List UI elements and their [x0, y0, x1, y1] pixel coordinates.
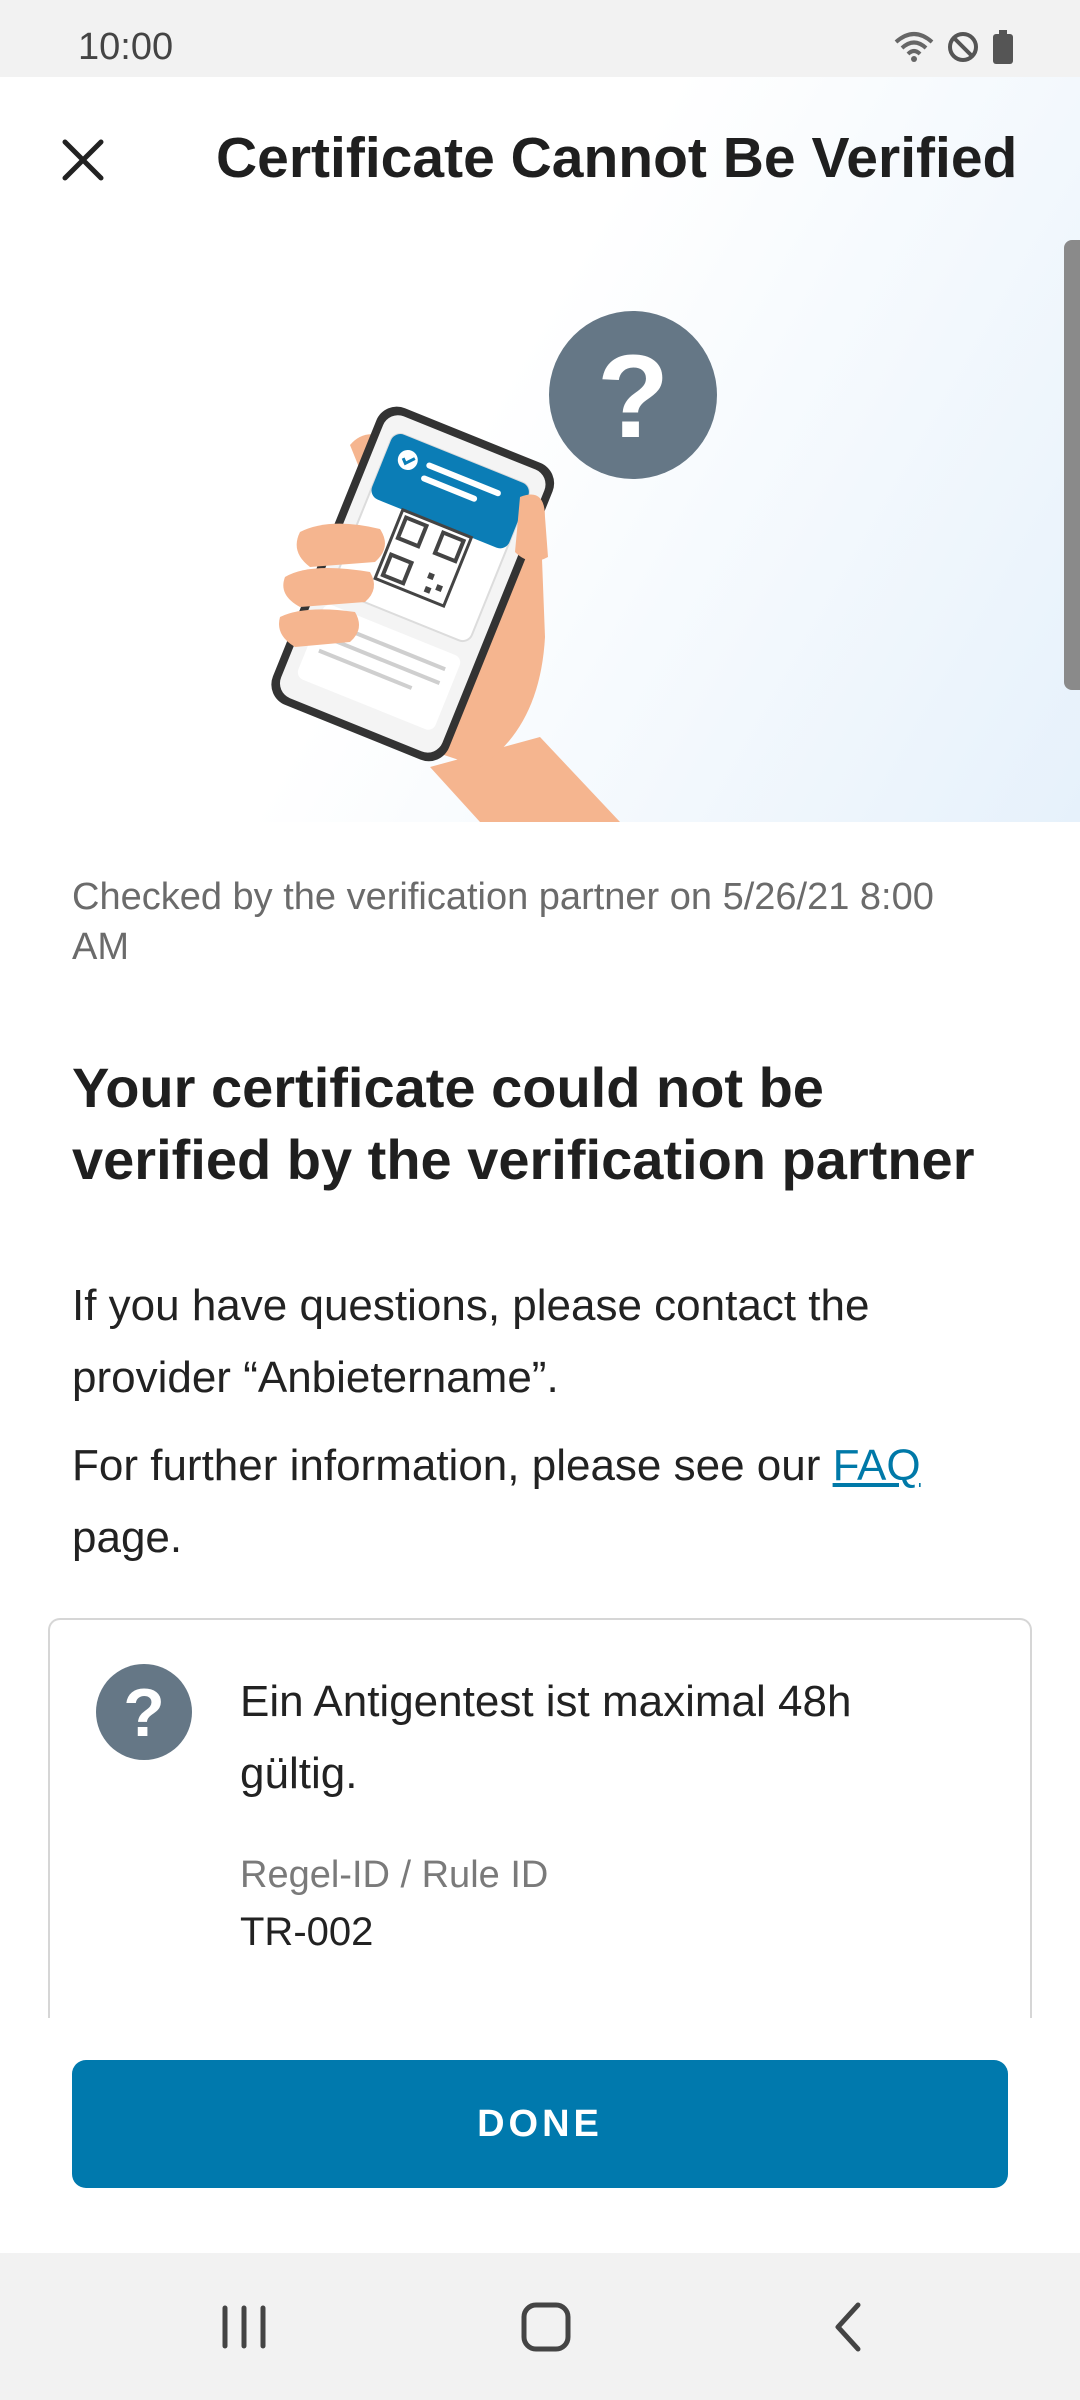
- hero-question-glyph: ?: [597, 331, 669, 463]
- faq-suffix: page.: [72, 1513, 183, 1562]
- recent-apps-button[interactable]: [204, 2295, 284, 2359]
- battery-icon: [992, 30, 1014, 64]
- checked-timestamp: Checked by the verification partner on 5…: [72, 876, 934, 968]
- recent-apps-icon: [222, 2305, 266, 2349]
- contact-provider-text: If you have questions, please contact th…: [72, 1281, 870, 1402]
- home-button[interactable]: [506, 2295, 586, 2359]
- status-icons: [894, 30, 1014, 64]
- faq-prefix: For further information, please see our: [72, 1441, 833, 1490]
- status-time: 10:00: [78, 26, 174, 68]
- result-heading: Your certificate could not be verified b…: [72, 1056, 975, 1191]
- toolbar: Certificate Cannot Be Verified: [0, 77, 1080, 247]
- page-title: Certificate Cannot Be Verified: [216, 126, 1018, 190]
- home-icon: [521, 2302, 571, 2352]
- rule-id-label: Regel-ID / Rule ID: [240, 1854, 549, 1896]
- wifi-icon: [894, 30, 934, 64]
- close-button[interactable]: [50, 127, 116, 193]
- back-button[interactable]: [808, 2295, 888, 2359]
- rule-card: ? Ein Antigentest ist maximal 48h gültig…: [48, 1618, 1032, 2018]
- do-not-disturb-icon: [946, 30, 980, 64]
- status-bar: 10:00: [0, 0, 1080, 77]
- question-circle-icon: ?: [96, 1664, 192, 1760]
- rule-question-glyph: ?: [123, 1675, 165, 1751]
- scrollbar[interactable]: [1064, 240, 1080, 690]
- system-nav-bar: [0, 2253, 1080, 2400]
- back-icon: [835, 2302, 861, 2352]
- done-button[interactable]: DONE: [72, 2060, 1008, 2188]
- rule-id-value: TR-002: [240, 1910, 374, 1954]
- faq-info-text: For further information, please see our …: [72, 1430, 1012, 1574]
- close-icon: [62, 139, 104, 181]
- faq-link[interactable]: FAQ: [833, 1441, 921, 1490]
- rule-description: Ein Antigentest ist maximal 48h gültig.: [240, 1677, 852, 1798]
